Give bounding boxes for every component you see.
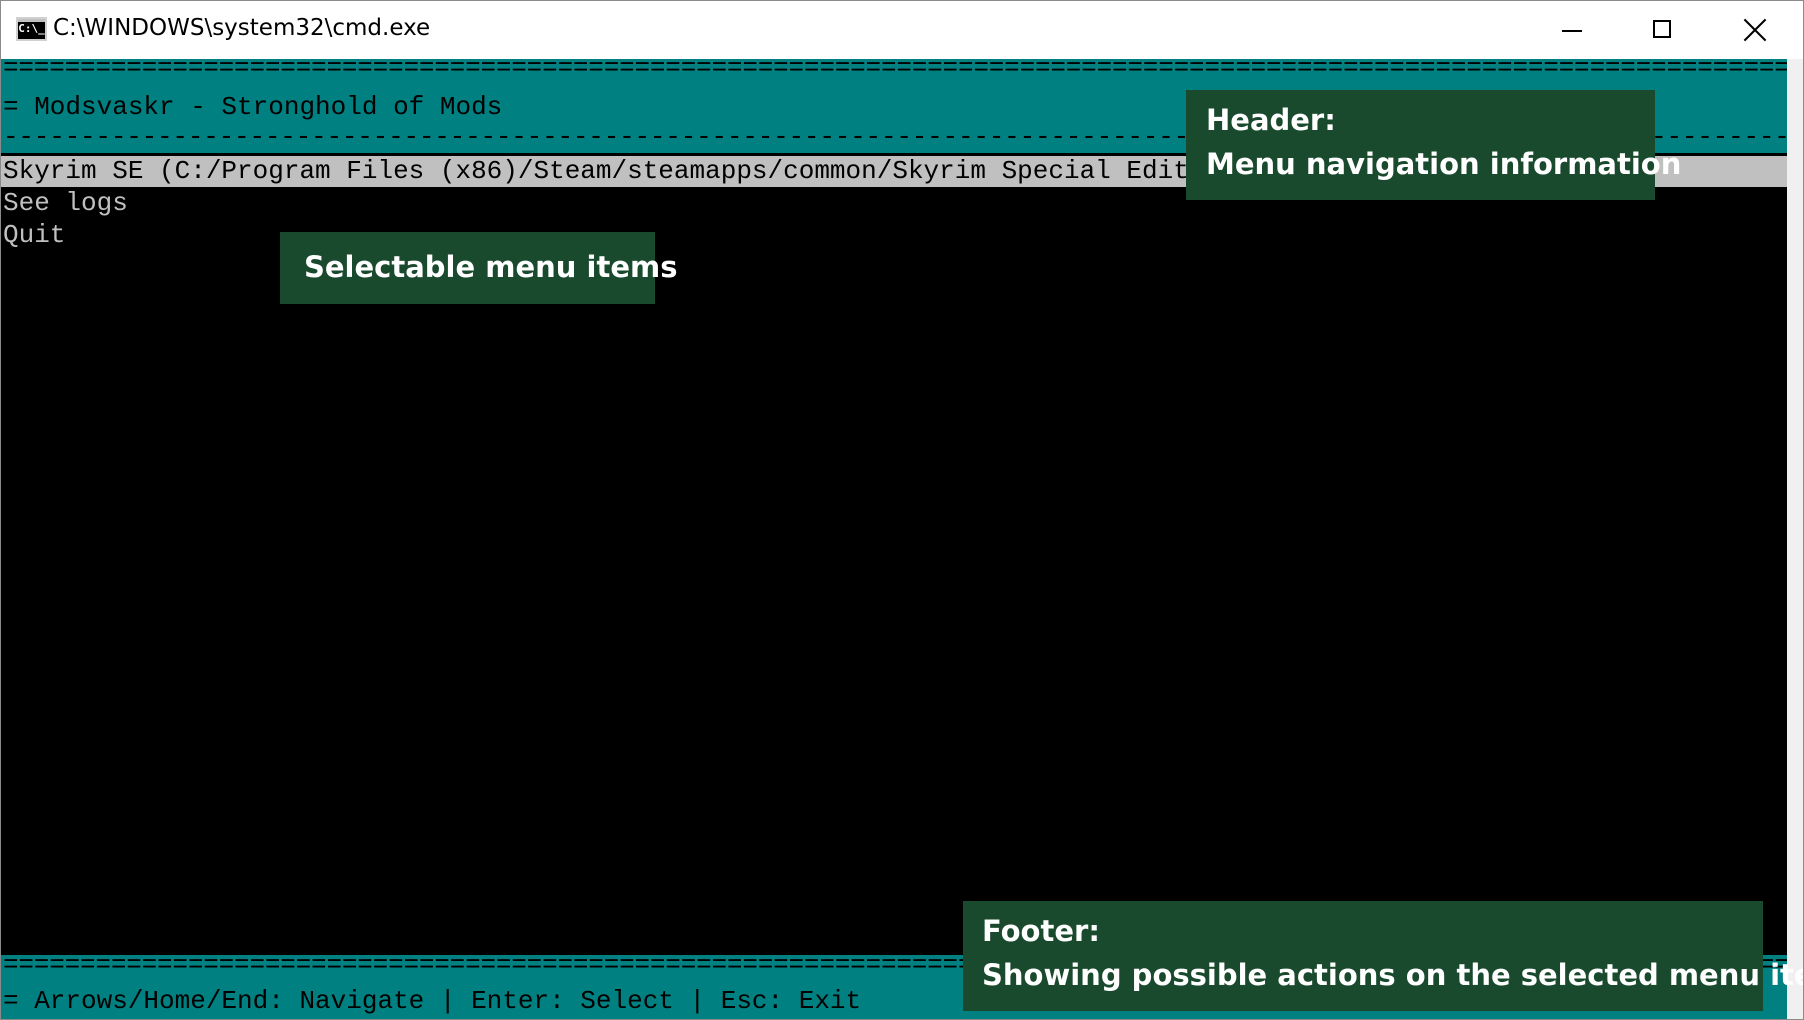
title-bar[interactable]: C:\_ C:\WINDOWS\system32\cmd.exe <box>1 1 1803 59</box>
menu-annotation: Selectable menu items <box>280 232 678 304</box>
footer-actions: = Arrows/Home/End: Navigate | Enter: Sel… <box>3 986 862 1016</box>
close-button[interactable] <box>1709 1 1799 59</box>
console-area[interactable]: ========================================… <box>1 53 1803 1019</box>
minimize-button[interactable] <box>1527 1 1617 59</box>
menu-item-skyrim-se[interactable]: Skyrim SE (C:/Program Files (x86)/Steam/… <box>3 155 1236 187</box>
close-icon <box>1743 18 1767 42</box>
minimize-icon <box>1562 30 1582 32</box>
menu-item-see-logs[interactable]: See logs <box>3 187 128 219</box>
header-annotation-title: Header: <box>1206 103 1336 137</box>
maximize-button[interactable] <box>1617 1 1707 59</box>
window-title: C:\WINDOWS\system32\cmd.exe <box>53 15 431 41</box>
footer-annotation-title: Footer: <box>982 914 1100 948</box>
menu-annotation-text: Selectable menu items <box>304 250 678 284</box>
header-annotation: Header: Menu navigation information <box>1186 90 1682 200</box>
footer-annotation: Footer: Showing possible actions on the … <box>963 901 1804 1011</box>
header-annotation-text: Menu navigation information <box>1206 147 1682 181</box>
cmd-icon: C:\_ <box>16 17 47 41</box>
header-rule-top: ========================================… <box>3 53 1787 83</box>
header-title: = Modsvaskr - Stronghold of Mods <box>3 92 503 122</box>
scrollbar[interactable] <box>1787 59 1803 1019</box>
console-window: C:\_ C:\WINDOWS\system32\cmd.exe =======… <box>0 0 1804 1020</box>
maximize-icon <box>1653 20 1671 38</box>
footer-annotation-text: Showing possible actions on the selected… <box>982 958 1804 992</box>
menu-item-quit[interactable]: Quit <box>3 219 65 251</box>
